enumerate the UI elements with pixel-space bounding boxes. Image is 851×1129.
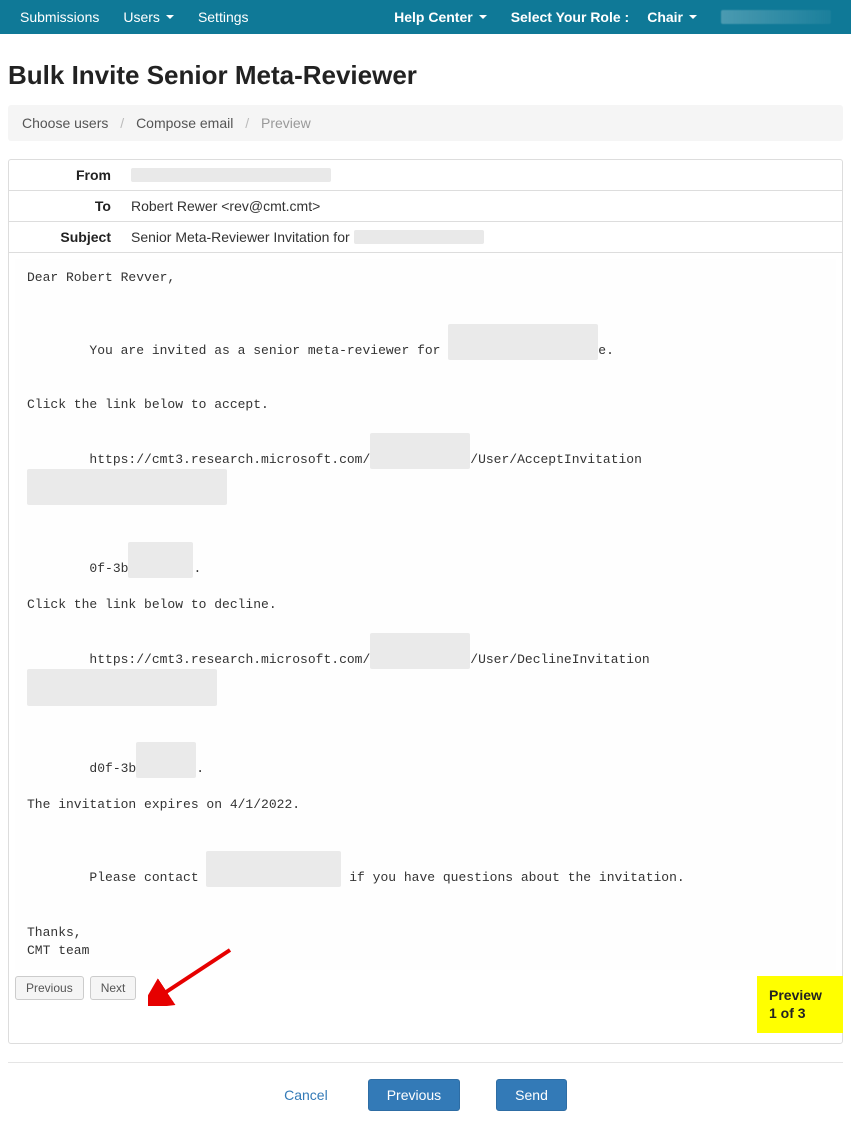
cancel-link[interactable]: Cancel	[284, 1087, 328, 1103]
field-row-to: To Robert Rewer <rev@cmt.cmt>	[9, 191, 842, 222]
body-contact-ob: ████████████████████	[206, 851, 341, 887]
from-value: ██████████████████████	[121, 160, 842, 190]
nav-users-label: Users	[123, 9, 160, 25]
nav-role-value: Chair	[647, 9, 683, 25]
nav-select-role-label: Select Your Role :	[499, 1, 642, 33]
body-decline-url-ob2: ████████████████████████████████	[27, 669, 217, 705]
to-label: To	[9, 191, 121, 221]
field-row-from: From ██████████████████████	[9, 160, 842, 191]
nav-help-center[interactable]: Help Center	[382, 1, 499, 33]
previous-button[interactable]: Previous	[368, 1079, 460, 1111]
body-decline-url-ob1: █████████████	[370, 633, 470, 669]
nav-user-menu[interactable]: ████████	[709, 2, 843, 32]
nav-role-dropdown[interactable]: Chair	[641, 1, 709, 33]
body-greeting: Dear Robert Revver,	[27, 269, 824, 287]
breadcrumb-separator: /	[120, 115, 124, 131]
nav-user-obscured: ████████	[721, 10, 831, 24]
caret-down-icon	[479, 15, 487, 19]
body-invited-suffix: e.	[598, 343, 614, 358]
pager-buttons: Previous Next	[15, 976, 136, 1000]
body-accept-url-prefix: https://cmt3.research.microsoft.com/	[89, 452, 370, 467]
body-decline-intro: Click the link below to decline.	[27, 596, 824, 614]
body-accept-url-ob1: █████████████	[370, 433, 470, 469]
caret-down-icon	[689, 15, 697, 19]
subject-label: Subject	[9, 222, 121, 252]
breadcrumb: Choose users / Compose email / Preview	[8, 105, 843, 141]
body-invited: You are invited as a senior meta-reviewe…	[27, 305, 824, 378]
pager-next-button[interactable]: Next	[90, 976, 137, 1000]
nav-help-center-label: Help Center	[394, 9, 473, 25]
breadcrumb-step-preview: Preview	[261, 115, 311, 131]
body-invited-prefix: You are invited as a senior meta-reviewe…	[89, 343, 448, 358]
nav-settings[interactable]: Settings	[186, 1, 261, 33]
nav-left: Submissions Users Settings	[8, 1, 261, 33]
subject-obscured: ███████████████	[354, 230, 484, 244]
footer-actions: Cancel Previous Send	[8, 1062, 843, 1129]
from-value-obscured: ██████████████████████	[131, 168, 331, 182]
body-contact-suffix: if you have questions about the invitati…	[341, 870, 684, 885]
body-decline-url-line2-prefix: d0f-3b	[89, 761, 136, 776]
body-accept-intro: Click the link below to accept.	[27, 396, 824, 414]
body-accept-url-line2: 0f-3b██████████.	[27, 524, 824, 597]
preview-counter-badge: Preview 1 of 3	[757, 976, 843, 1032]
body-invited-obscured: ████████████████████	[448, 324, 598, 360]
nav-right: Help Center Select Your Role : Chair ███…	[382, 1, 843, 33]
body-signoff: CMT team	[27, 942, 824, 960]
subject-prefix: Senior Meta-Reviewer Invitation for	[131, 229, 350, 245]
breadcrumb-separator: /	[245, 115, 249, 131]
email-body: Dear Robert Revver, You are invited as a…	[15, 259, 836, 970]
body-accept-url-line2-prefix: 0f-3b	[89, 561, 128, 576]
body-accept-url-mid: /User/AcceptInvitation	[470, 452, 642, 467]
body-contact-prefix: Please contact	[89, 870, 206, 885]
body-accept-url-ob2: ██████████████████████████████████	[27, 469, 227, 505]
body-decline-url-mid: /User/DeclineInvitation	[470, 652, 649, 667]
nav-submissions[interactable]: Submissions	[8, 1, 111, 33]
nav-users[interactable]: Users	[111, 1, 186, 33]
body-decline-url-line2: d0f-3b█████████.	[27, 724, 824, 797]
breadcrumb-step-choose-users: Choose users	[22, 115, 108, 131]
body-decline-url-prefix: https://cmt3.research.microsoft.com/	[89, 652, 370, 667]
top-navbar: Submissions Users Settings Help Center S…	[0, 0, 851, 34]
body-decline-url: https://cmt3.research.microsoft.com/████…	[27, 615, 824, 724]
breadcrumb-step-compose-email: Compose email	[136, 115, 233, 131]
body-contact: Please contact ████████████████████ if y…	[27, 833, 824, 906]
body-accept-url-line2-ob: ██████████	[128, 542, 193, 578]
body-expires: The invitation expires on 4/1/2022.	[27, 796, 824, 814]
body-accept-url-line2-suffix: .	[193, 561, 201, 576]
body-thanks: Thanks,	[27, 924, 824, 942]
field-row-subject: Subject Senior Meta-Reviewer Invitation …	[9, 222, 842, 253]
caret-down-icon	[166, 15, 174, 19]
to-value: Robert Rewer <rev@cmt.cmt>	[121, 191, 842, 221]
pager-row: Previous Next Preview 1 of 3	[9, 976, 842, 1042]
arrow-annotation-icon	[148, 946, 238, 1006]
send-button[interactable]: Send	[496, 1079, 567, 1111]
subject-value: Senior Meta-Reviewer Invitation for ████…	[121, 222, 842, 252]
body-accept-url: https://cmt3.research.microsoft.com/████…	[27, 415, 824, 524]
pager-previous-button[interactable]: Previous	[15, 976, 84, 1000]
from-label: From	[9, 160, 121, 190]
email-preview-panel: From ██████████████████████ To Robert Re…	[8, 159, 843, 1044]
body-decline-url-line2-ob: █████████	[136, 742, 196, 778]
page-title: Bulk Invite Senior Meta-Reviewer	[8, 60, 843, 91]
body-decline-url-line2-suffix: .	[196, 761, 204, 776]
